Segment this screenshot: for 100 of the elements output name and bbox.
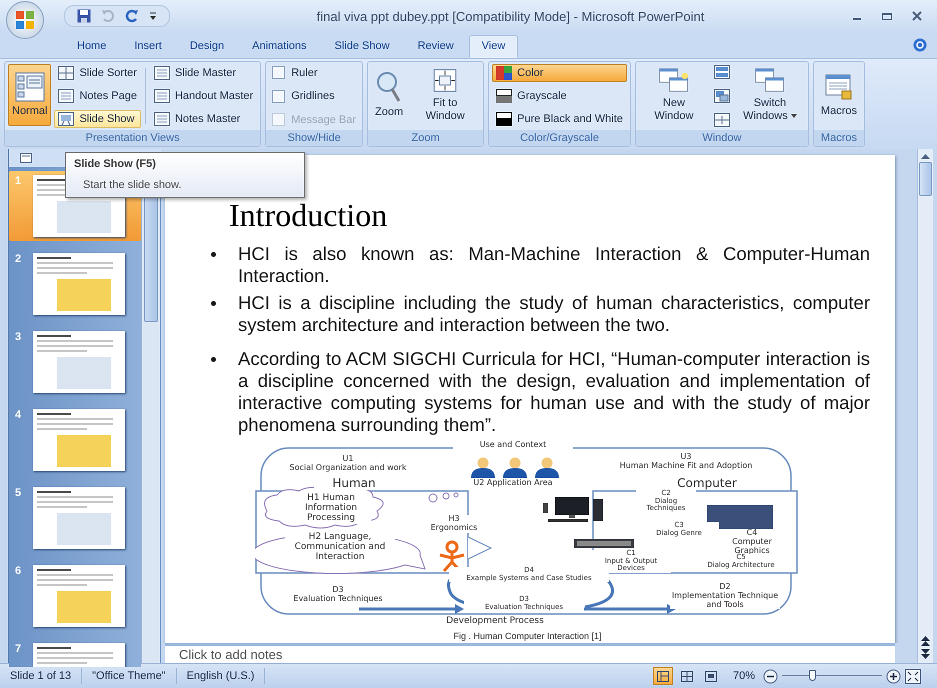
slide-number: 1 bbox=[15, 175, 22, 187]
page-icon bbox=[58, 89, 74, 103]
projector-screen-icon bbox=[58, 112, 74, 126]
bullet-icon bbox=[211, 252, 216, 257]
bullet-icon bbox=[211, 301, 216, 306]
scroll-thumb[interactable] bbox=[919, 162, 932, 196]
magnifier-icon bbox=[376, 71, 402, 103]
cascade-icon bbox=[714, 89, 730, 103]
slide-thumbnail[interactable] bbox=[33, 487, 125, 549]
lined-page-icon bbox=[154, 112, 170, 126]
tooltip-title: Slide Show (F5) bbox=[74, 158, 157, 170]
help-icon[interactable] bbox=[913, 38, 927, 52]
normal-view-icon[interactable] bbox=[652, 667, 673, 685]
checkbox-option[interactable]: Ruler bbox=[269, 64, 360, 81]
tiled-windows-icon bbox=[752, 67, 787, 94]
slide-thumbnail[interactable] bbox=[33, 331, 125, 393]
slide-number: 6 bbox=[15, 565, 22, 577]
stick-figure-drawing bbox=[438, 540, 466, 572]
slider-thumb[interactable] bbox=[809, 670, 816, 681]
diagram-label: Use and Context bbox=[453, 441, 573, 450]
slide-thumbnail[interactable] bbox=[33, 253, 125, 315]
zoom-level: 70% bbox=[732, 669, 756, 684]
split-window-icon bbox=[714, 113, 730, 127]
slide-thumbnail[interactable] bbox=[33, 409, 125, 471]
zoom-in-icon[interactable] bbox=[886, 668, 901, 684]
caret-icon bbox=[790, 114, 797, 118]
ribbon-button[interactable]: New Window bbox=[638, 64, 709, 126]
next-slide-icon[interactable] bbox=[921, 649, 930, 659]
sheet-icon bbox=[154, 89, 170, 103]
ribbon-button[interactable]: Fit to Window bbox=[410, 64, 480, 126]
ribbon-button[interactable]: Notes Master bbox=[150, 110, 258, 128]
checkbox[interactable] bbox=[272, 90, 286, 102]
ribbon-button[interactable]: Zoom bbox=[371, 64, 408, 126]
ribbon-tab[interactable]: Review bbox=[404, 35, 467, 58]
group-title: Show/Hide bbox=[266, 130, 362, 146]
scroll-up-icon[interactable] bbox=[921, 153, 930, 159]
zoom-slider[interactable] bbox=[782, 669, 882, 683]
four-squares-icon bbox=[14, 9, 36, 31]
bullet-text: HCI is also known as: Man-Machine Interaction & Computer-Human Interaction. bbox=[238, 243, 870, 287]
previous-slide-icon[interactable] bbox=[921, 636, 930, 646]
scrollbar[interactable] bbox=[917, 149, 933, 663]
notes-field[interactable]: Click to add notes bbox=[165, 643, 895, 663]
macro-sheet-icon bbox=[824, 72, 854, 102]
slide-thumbnail[interactable] bbox=[33, 565, 125, 627]
ribbon-tab[interactable]: Slide Show bbox=[322, 35, 403, 58]
ribbon-button[interactable]: Grayscale bbox=[492, 87, 627, 105]
ribbon-tab[interactable]: Insert bbox=[121, 35, 175, 58]
ribbon-icon-button[interactable] bbox=[712, 88, 732, 104]
figure-caption: Fig . Human Computer Interaction [1] bbox=[452, 631, 603, 641]
ribbon-tab[interactable]: Animations bbox=[239, 35, 320, 58]
slide-title: Introduction bbox=[229, 196, 388, 235]
ribbon-button[interactable]: Color bbox=[492, 64, 627, 82]
ribbon-icon-button[interactable] bbox=[712, 112, 732, 128]
ribbon-tab[interactable]: Home bbox=[64, 35, 120, 58]
ribbon-button[interactable]: Switch Windows bbox=[734, 64, 805, 126]
slide-number: 4 bbox=[15, 409, 22, 421]
ribbon-button[interactable]: Slide Sorter bbox=[54, 64, 141, 82]
checkbox[interactable] bbox=[272, 66, 286, 79]
ribbon-button[interactable]: Macros bbox=[816, 64, 861, 126]
slide-number: 7 bbox=[15, 643, 22, 655]
ribbon-button[interactable]: Normal bbox=[8, 64, 52, 126]
slide-count: Slide 1 of 13 bbox=[0, 668, 82, 684]
group-title: Zoom bbox=[368, 130, 484, 146]
people-icon bbox=[471, 458, 559, 478]
redo-icon[interactable] bbox=[125, 9, 139, 23]
thought-dots bbox=[428, 492, 458, 502]
checkbox-option[interactable]: Gridlines bbox=[269, 88, 360, 104]
grid-icon bbox=[58, 66, 74, 80]
ribbon-button[interactable]: Pure Black and White bbox=[492, 110, 627, 128]
split-swatch-icon bbox=[496, 66, 512, 80]
office-button[interactable] bbox=[6, 1, 44, 39]
ribbon-button[interactable]: Slide Show bbox=[54, 110, 141, 128]
ribbon-button[interactable]: Slide Master bbox=[150, 64, 258, 82]
shaded-swatch-icon bbox=[496, 89, 512, 103]
slide-number: 5 bbox=[15, 487, 22, 499]
slide-icon bbox=[154, 66, 170, 80]
slides-tab-icon[interactable] bbox=[19, 152, 33, 164]
ribbon-tab[interactable]: Design bbox=[176, 35, 238, 58]
contrast-swatch-icon bbox=[496, 112, 512, 126]
zoom-out-icon[interactable] bbox=[763, 668, 778, 684]
ribbon-button[interactable]: Notes Page bbox=[54, 87, 141, 105]
slide-number: 2 bbox=[15, 253, 22, 265]
photo-placeholder bbox=[707, 505, 773, 529]
close-icon[interactable] bbox=[911, 10, 923, 22]
bullet-text: HCI is a discipline including the study of human characteristics, computer system architecture and interaction between the two. bbox=[238, 292, 870, 336]
fit-to-window-icon[interactable] bbox=[905, 668, 921, 684]
group-title: Presentation Views bbox=[5, 130, 260, 146]
ribbon-button[interactable]: Handout Master bbox=[150, 87, 258, 105]
theme-name: "Office Theme" bbox=[82, 668, 177, 684]
save-icon[interactable] bbox=[77, 9, 91, 23]
group-title: Color/Grayscale bbox=[489, 130, 630, 146]
window-title: final viva ppt dubey.ppt [Compatibility Mode] - Microsoft PowerPoint bbox=[316, 8, 706, 24]
bullet-text: According to ACM SIGCHI Curricula for HCI, “Human-computer interaction is a discipline concerned with the design, evaluation and implementation of interactive computing systems for human use and with the study of major phenomena surrounding them”. bbox=[238, 348, 870, 436]
customize-caret-icon[interactable] bbox=[149, 11, 157, 21]
ribbon-tab[interactable]: View bbox=[468, 35, 518, 58]
language: English (U.S.) bbox=[176, 668, 266, 684]
bullet-icon bbox=[211, 357, 216, 362]
computer-drawing bbox=[543, 497, 603, 522]
ribbon-icon-button[interactable] bbox=[712, 64, 732, 80]
group-title: Window bbox=[636, 130, 808, 146]
